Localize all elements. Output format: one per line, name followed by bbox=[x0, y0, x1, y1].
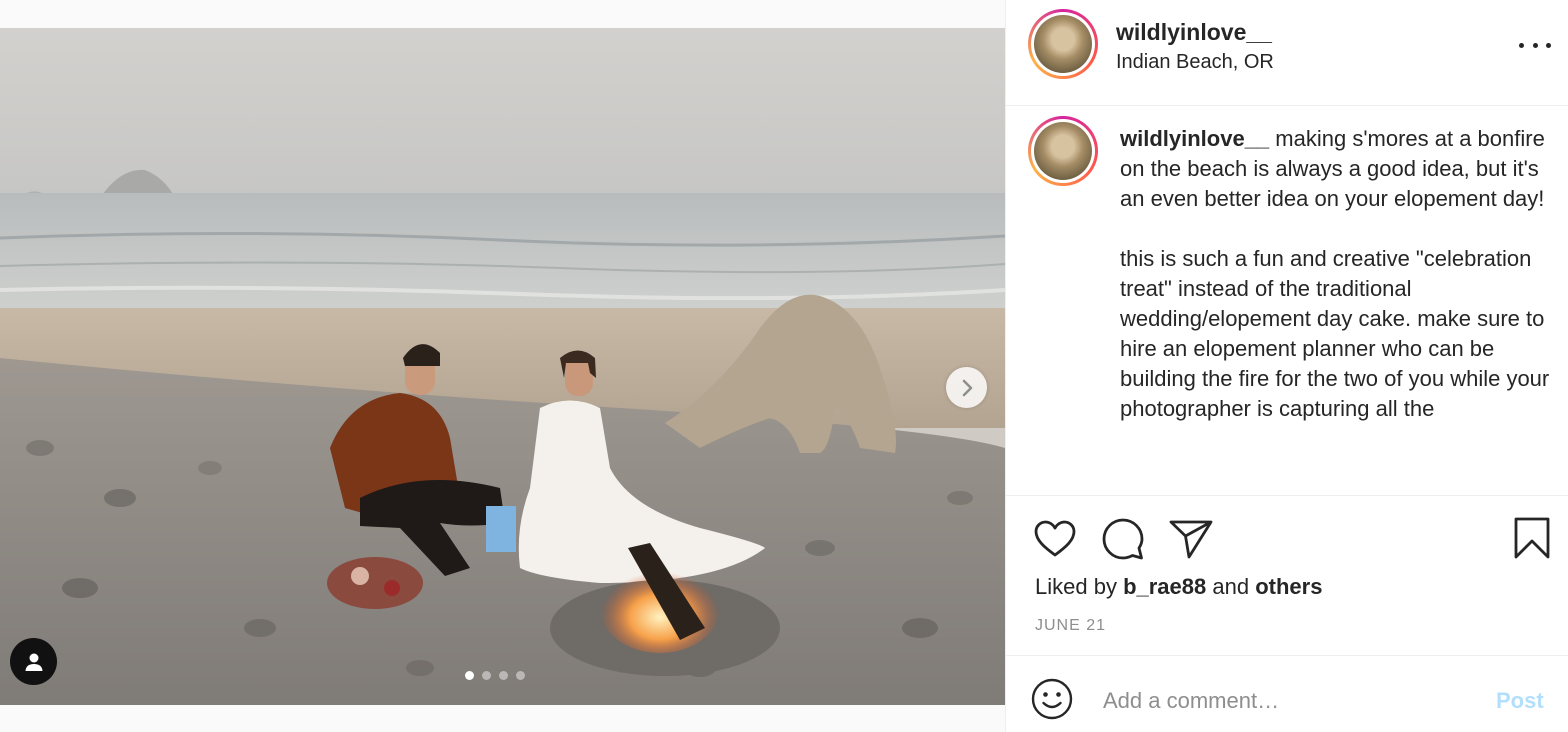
comment-icon bbox=[1102, 518, 1144, 560]
emoji-picker-button[interactable] bbox=[1030, 677, 1074, 721]
carousel-indicator bbox=[465, 671, 525, 680]
caption-paragraph: this is such a fun and creative "celebra… bbox=[1120, 246, 1550, 421]
likes-summary: Liked by b_rae88 and others bbox=[1035, 574, 1322, 600]
post-date[interactable]: JUNE 21 bbox=[1035, 617, 1106, 635]
likes-prefix: Liked by bbox=[1035, 574, 1124, 599]
carousel-dot bbox=[482, 671, 491, 680]
liked-by-others-link[interactable]: others bbox=[1255, 574, 1322, 599]
post-actions: Liked by b_rae88 and others JUNE 21 bbox=[1006, 496, 1568, 656]
more-options-button[interactable] bbox=[1519, 34, 1551, 56]
avatar-image bbox=[1034, 15, 1092, 73]
post-author-username[interactable]: wildlyinlove__ bbox=[1116, 19, 1272, 46]
post-location[interactable]: Indian Beach, OR bbox=[1116, 51, 1274, 74]
comment-bar: Post bbox=[1006, 657, 1568, 732]
save-button[interactable] bbox=[1510, 516, 1554, 560]
post-sidebar: wildlyinlove__ Indian Beach, OR wildlyin… bbox=[1005, 0, 1568, 732]
carousel-dot bbox=[516, 671, 525, 680]
post-comment-button[interactable]: Post bbox=[1496, 688, 1544, 714]
more-horizontal-icon bbox=[1519, 42, 1524, 48]
bookmark-icon bbox=[1514, 517, 1550, 559]
comment-input[interactable] bbox=[1103, 681, 1473, 721]
liked-by-user-link[interactable]: b_rae88 bbox=[1123, 574, 1206, 599]
chevron-right-icon bbox=[962, 379, 972, 396]
post-header: wildlyinlove__ Indian Beach, OR bbox=[1006, 0, 1568, 106]
caption-section: wildlyinlove__ making s'mores at a bonfi… bbox=[1006, 107, 1568, 496]
like-button[interactable] bbox=[1033, 517, 1077, 561]
post-photo[interactable] bbox=[0, 28, 1005, 705]
tagged-users-button[interactable] bbox=[10, 638, 57, 685]
caption-username[interactable]: wildlyinlove__ bbox=[1120, 126, 1269, 151]
avatar-image bbox=[1034, 122, 1092, 180]
beach-bonfire-photo bbox=[0, 28, 1005, 705]
instagram-post-view: wildlyinlove__ Indian Beach, OR wildlyin… bbox=[0, 0, 1568, 732]
caption-text: wildlyinlove__ making s'mores at a bonfi… bbox=[1120, 124, 1550, 424]
heart-icon bbox=[1034, 520, 1076, 557]
caption-avatar[interactable] bbox=[1028, 116, 1098, 186]
carousel-next-button[interactable] bbox=[946, 367, 987, 408]
carousel-dot-active bbox=[465, 671, 474, 680]
avatar[interactable] bbox=[1028, 9, 1098, 79]
user-icon bbox=[25, 653, 42, 671]
smiley-icon bbox=[1031, 678, 1073, 720]
carousel-dot bbox=[499, 671, 508, 680]
likes-conjunction: and bbox=[1206, 574, 1256, 599]
send-icon bbox=[1169, 520, 1213, 559]
share-button[interactable] bbox=[1169, 517, 1213, 561]
comment-button[interactable] bbox=[1101, 517, 1145, 561]
